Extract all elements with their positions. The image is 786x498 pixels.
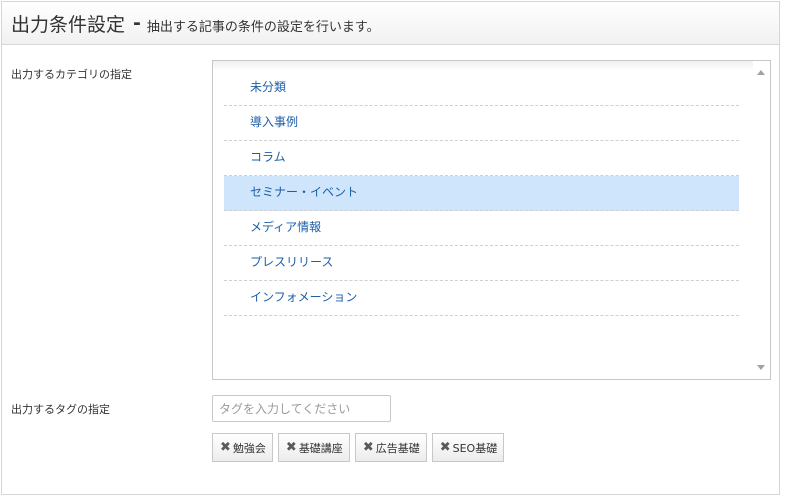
tag-chip-label: 基礎講座: [298, 441, 343, 455]
title-separator: -: [133, 12, 141, 34]
page-description: 抽出する記事の条件の設定を行います。: [146, 19, 380, 35]
category-listbox[interactable]: 未分類 導入事例 コラム セミナー・イベント メディア情報 プレスリリース インフォメーショ…: [212, 60, 771, 380]
remove-tag-icon[interactable]: ✖: [286, 441, 297, 454]
category-option[interactable]: コラム: [224, 141, 739, 176]
category-option[interactable]: セミナー・イベント: [224, 176, 739, 211]
listbox-shade: [213, 61, 754, 71]
page-title: 出力条件設定: [11, 13, 126, 36]
tag-label: 出力するタグの指定: [11, 403, 110, 416]
listbox-scrollbar[interactable]: [753, 61, 770, 379]
tag-chip[interactable]: ✖ 基礎講座: [277, 433, 350, 462]
category-option[interactable]: プレスリリース: [224, 246, 739, 281]
scroll-down-icon[interactable]: [757, 365, 765, 370]
tag-chip[interactable]: ✖ 広告基礎: [354, 433, 427, 462]
tag-chip-label: 広告基礎: [375, 441, 420, 455]
category-option[interactable]: 導入事例: [224, 106, 739, 141]
remove-tag-icon[interactable]: ✖: [440, 441, 451, 454]
tag-chip[interactable]: ✖ 勉強会: [212, 433, 273, 462]
selected-tags: ✖ 勉強会 ✖ 基礎講座 ✖ 広告基礎 ✖ SEO基礎: [212, 433, 505, 462]
remove-tag-icon[interactable]: ✖: [363, 441, 374, 454]
category-option[interactable]: メディア情報: [224, 211, 739, 246]
category-option[interactable]: インフォメーション: [224, 281, 739, 316]
scroll-up-icon[interactable]: [757, 70, 765, 75]
category-label: 出力するカテゴリの指定: [11, 68, 132, 81]
tag-input[interactable]: [212, 395, 391, 422]
remove-tag-icon[interactable]: ✖: [220, 441, 231, 454]
tag-chip-label: 勉強会: [232, 441, 266, 455]
tag-chip[interactable]: ✖ SEO基礎: [431, 433, 505, 462]
category-list: 未分類 導入事例 コラム セミナー・イベント メディア情報 プレスリリース インフォメーショ…: [224, 71, 739, 316]
category-option[interactable]: 未分類: [224, 71, 739, 106]
panel-header: 出力条件設定 - 抽出する記事の条件の設定を行います。: [2, 2, 779, 45]
tag-chip-label: SEO基礎: [452, 441, 498, 455]
